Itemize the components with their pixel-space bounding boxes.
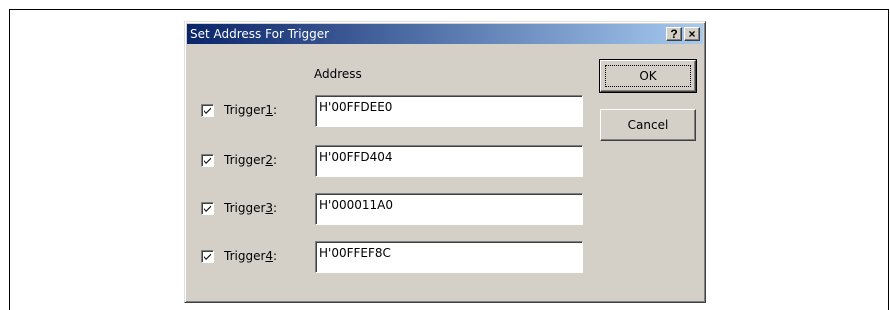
checkmark-icon: [204, 253, 211, 260]
trigger2-checkbox[interactable]: [201, 154, 214, 167]
ok-button[interactable]: OK: [599, 59, 697, 93]
checkmark-icon: [204, 107, 211, 114]
cancel-button[interactable]: Cancel: [600, 109, 696, 141]
trigger1-checkbox[interactable]: [201, 104, 214, 117]
trigger4-checkbox[interactable]: [201, 250, 214, 263]
trigger3-address-input[interactable]: [315, 193, 583, 225]
trigger4-label: Trigger4:: [224, 249, 278, 263]
trigger3-label: Trigger3:: [224, 201, 278, 215]
trigger-row-1: Trigger1:: [199, 95, 599, 127]
checkmark-icon: [204, 205, 211, 212]
trigger-row-2: Trigger2:: [199, 145, 599, 177]
close-button[interactable]: ×: [684, 27, 700, 41]
focus-rect: [605, 65, 691, 87]
dialog-title: Set Address For Trigger: [190, 27, 330, 41]
trigger1-label: Trigger1:: [224, 103, 278, 117]
trigger2-label: Trigger2:: [224, 153, 278, 167]
trigger-row-3: Trigger3:: [199, 193, 599, 225]
title-bar[interactable]: Set Address For Trigger ? ×: [187, 24, 703, 44]
set-address-dialog: Set Address For Trigger ? × Address Trig…: [184, 21, 706, 303]
trigger1-address-input[interactable]: [315, 95, 583, 127]
trigger3-checkbox[interactable]: [201, 202, 214, 215]
trigger-row-4: Trigger4:: [199, 241, 599, 273]
help-button[interactable]: ?: [666, 27, 682, 41]
cancel-label: Cancel: [627, 118, 669, 132]
address-column-header: Address: [314, 67, 362, 81]
checkmark-icon: [204, 157, 211, 164]
trigger4-address-input[interactable]: [315, 241, 583, 273]
trigger2-address-input[interactable]: [315, 145, 583, 177]
